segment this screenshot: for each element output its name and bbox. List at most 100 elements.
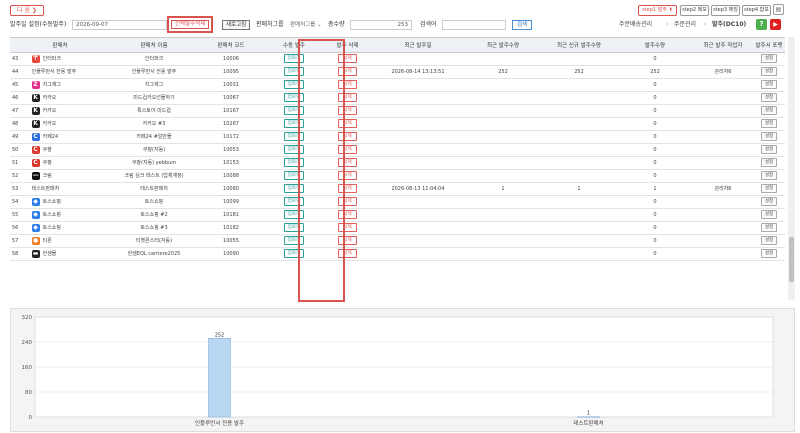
delete-button[interactable]: 삭제 — [338, 210, 357, 219]
upload-button[interactable]: 업로드 — [283, 184, 305, 193]
upload-button[interactable]: 업로드 — [283, 249, 305, 258]
delete-button[interactable]: 삭제 — [338, 236, 357, 245]
delete-button[interactable]: 삭제 — [338, 158, 357, 167]
format-setting-button[interactable]: 설정 — [760, 236, 778, 245]
channel-cell: 50 C 쿠팡 — [10, 143, 110, 157]
delete-button[interactable]: 삭제 — [338, 93, 357, 102]
table-scrollbar[interactable] — [788, 37, 795, 300]
scrollbar-thumb[interactable] — [789, 237, 794, 282]
upload-button[interactable]: 업로드 — [283, 54, 305, 63]
kream-icon: — — [31, 171, 40, 180]
delete-button[interactable]: 삭제 — [338, 54, 357, 63]
delete-button[interactable]: 삭제 — [338, 80, 357, 89]
recent-order-qty: 1 — [465, 182, 541, 196]
seller-name: 테스트판매처 — [110, 182, 198, 196]
seller-name: 지그재그 — [110, 78, 198, 92]
toss-icon: ◆ — [31, 223, 40, 232]
table-row: 44 인플루먼서 전용 발주 인플루먼서 전용 발주 10095 업로드 삭제 … — [10, 65, 785, 79]
format-setting-button[interactable]: 설정 — [760, 158, 778, 167]
format-setting-button[interactable]: 설정 — [760, 184, 778, 193]
date-label: 발주일 설정(수동발주) — [10, 21, 67, 28]
format-setting-button[interactable]: 설정 — [760, 210, 778, 219]
delete-button[interactable]: 삭제 — [338, 132, 357, 141]
seller-code: 10067 — [198, 91, 264, 105]
channel-name: 크림 — [42, 173, 52, 179]
delete-button[interactable]: 삭제 — [338, 67, 357, 76]
table-row: 53 테스트판매처 테스트판매처 10080 업로드 삭제 2026-08-13… — [10, 182, 785, 196]
help-icon[interactable]: ? — [756, 19, 767, 30]
search-button[interactable]: 검색 — [512, 20, 533, 30]
y-tick-label: 80 — [25, 390, 32, 396]
upload-button[interactable]: 업로드 — [283, 67, 305, 76]
recent-new-order-qty — [541, 117, 617, 131]
step4-merge-button[interactable]: step4 합포 — [742, 5, 771, 16]
channel-cell: 58 ▬ 한샘몰 — [10, 247, 110, 261]
step3-matching-button[interactable]: step3 매칭 — [711, 5, 740, 16]
format-setting-button[interactable]: 설정 — [760, 223, 778, 232]
manual-order-cell: 업로드 — [264, 182, 324, 196]
breadcrumb-item-1[interactable]: 주문배송관리 — [619, 20, 652, 30]
delete-order-cell: 삭제 — [324, 182, 371, 196]
format-setting-button[interactable]: 설정 — [760, 119, 778, 128]
upload-button[interactable]: 업로드 — [283, 171, 305, 180]
format-setting-button[interactable]: 설정 — [760, 106, 778, 115]
format-cell: 설정 — [753, 78, 785, 92]
format-setting-button[interactable]: 설정 — [760, 54, 778, 63]
delete-button[interactable]: 삭제 — [338, 119, 357, 128]
upload-button[interactable]: 업로드 — [283, 106, 305, 115]
toss-icon: ◆ — [31, 197, 40, 206]
recent-worker — [693, 156, 753, 170]
print-icon[interactable]: ▤ — [773, 4, 784, 15]
channel-cell: 53 테스트판매처 — [10, 182, 110, 196]
delete-order-cell: 삭제 — [324, 52, 371, 66]
delete-all-orders-button[interactable]: 전체발주삭제 — [171, 20, 210, 29]
recent-worker — [693, 247, 753, 261]
upload-button[interactable]: 업로드 — [283, 119, 305, 128]
delete-button[interactable]: 삭제 — [338, 184, 357, 193]
upload-button[interactable]: 업로드 — [283, 197, 305, 206]
delete-button[interactable]: 삭제 — [338, 249, 357, 258]
channel-name: 카카오 — [42, 108, 57, 114]
manual-order-cell: 업로드 — [264, 234, 324, 248]
upload-button[interactable]: 업로드 — [283, 93, 305, 102]
format-setting-button[interactable]: 설정 — [760, 197, 778, 206]
seller-group-select[interactable]: 판매처그룹 ⌄ — [290, 20, 322, 30]
channel-cell: 49 C 카페24 — [10, 130, 110, 144]
delete-button[interactable]: 삭제 — [338, 106, 357, 115]
upload-button[interactable]: 업로드 — [283, 158, 305, 167]
upload-button[interactable]: 업로드 — [283, 223, 305, 232]
upload-button[interactable]: 업로드 — [283, 236, 305, 245]
format-setting-button[interactable]: 설정 — [760, 249, 778, 258]
format-setting-button[interactable]: 설정 — [760, 132, 778, 141]
format-setting-button[interactable]: 설정 — [760, 67, 778, 76]
format-setting-button[interactable]: 설정 — [760, 171, 778, 180]
channel-name: 지그재그 — [42, 82, 61, 88]
seller-name: 크림 심크 테스트 (업체계정) — [110, 169, 198, 183]
video-play-icon[interactable]: ▶ — [770, 19, 781, 30]
recent-new-order-qty — [541, 208, 617, 222]
date-input[interactable]: 2026-09-07 — [72, 20, 167, 30]
search-input[interactable] — [442, 20, 506, 30]
format-setting-button[interactable]: 설정 — [760, 93, 778, 102]
format-setting-button[interactable]: 설정 — [760, 80, 778, 89]
breadcrumb-item-2[interactable]: 주문관리 — [674, 20, 696, 30]
step2-memo-button[interactable]: step2 메모 — [680, 5, 709, 16]
upload-button[interactable]: 업로드 — [283, 210, 305, 219]
refresh-button[interactable]: 새로고침 — [222, 20, 251, 30]
step1-upload-button[interactable]: step1 발주 ⬆ — [638, 5, 677, 16]
upload-button[interactable]: 업로드 — [283, 80, 305, 89]
upload-button[interactable]: 업로드 — [283, 132, 305, 141]
channel-cell: 44 인플루먼서 전용 발주 — [10, 65, 110, 79]
upload-button[interactable]: 업로드 — [283, 145, 305, 154]
format-setting-button[interactable]: 설정 — [760, 145, 778, 154]
next-button[interactable]: 다 음 ❯ — [10, 5, 44, 16]
manual-order-cell: 업로드 — [264, 143, 324, 157]
delete-button[interactable]: 삭제 — [338, 223, 357, 232]
seller-code: 10006 — [198, 52, 264, 66]
table-row: 49 C 카페24 카페24 #일반몰 10172 업로드 삭제 0 설정 — [10, 130, 785, 144]
recent-order-date — [371, 221, 465, 235]
order-qty: 0 — [617, 169, 693, 183]
delete-button[interactable]: 삭제 — [338, 145, 357, 154]
delete-button[interactable]: 삭제 — [338, 171, 357, 180]
delete-button[interactable]: 삭제 — [338, 197, 357, 206]
